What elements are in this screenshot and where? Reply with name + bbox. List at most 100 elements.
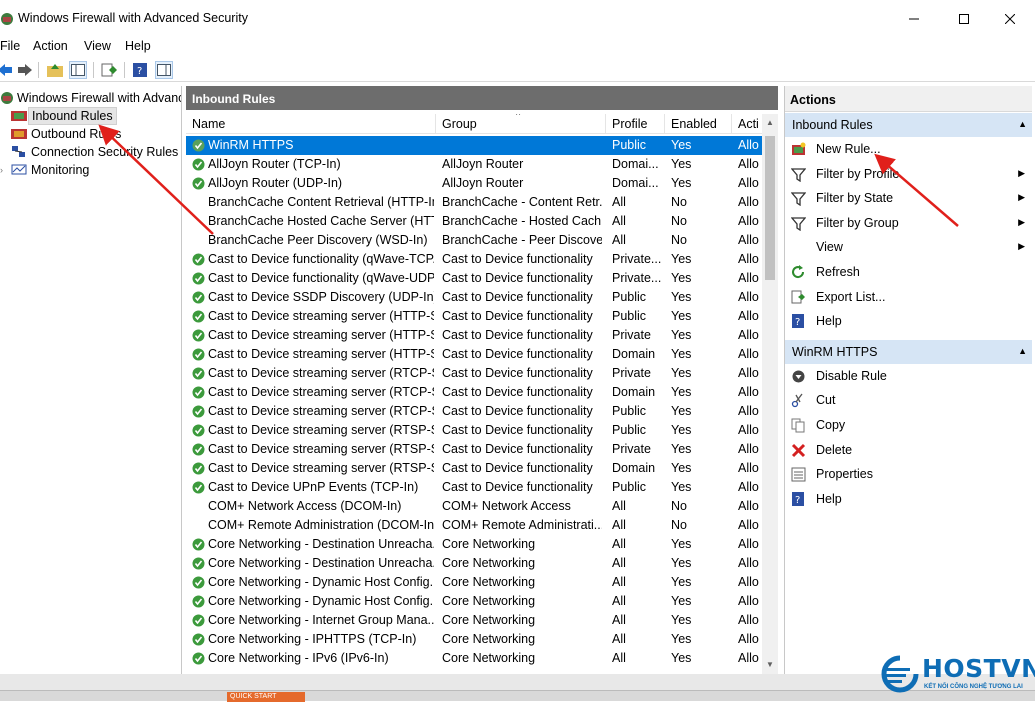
rule-row[interactable]: Cast to Device streaming server (RTCP-St…	[186, 402, 762, 421]
filter-icon	[791, 217, 806, 231]
rule-enabled: Yes	[671, 385, 692, 399]
action-item[interactable]: Refresh	[785, 260, 1032, 284]
rule-row[interactable]: Cast to Device functionality (qWave-UDP.…	[186, 269, 762, 288]
rule-action: Allo	[738, 138, 759, 152]
scroll-thumb[interactable]	[765, 136, 775, 280]
rule-row[interactable]: Cast to Device streaming server (RTSP-St…	[186, 459, 762, 478]
rule-row[interactable]: Core Networking - Internet Group Mana...…	[186, 611, 762, 630]
menu-file[interactable]: File	[0, 39, 20, 53]
check-icon	[192, 462, 205, 475]
tree-inbound-rules[interactable]: Inbound Rules	[10, 107, 117, 125]
rule-group: Cast to Device functionality	[442, 290, 593, 304]
tree-connection-security-rules[interactable]: Connection Security Rules	[10, 143, 181, 161]
action-item[interactable]: Properties	[785, 462, 1032, 486]
rule-enabled: Yes	[671, 404, 692, 418]
help-icon: ?	[792, 314, 804, 329]
menu-help[interactable]: Help	[125, 39, 151, 53]
actions-section-header[interactable]: Inbound Rules ▲	[785, 113, 1032, 137]
action-item-label: Filter by Group	[816, 215, 899, 230]
menu-view[interactable]: View	[84, 39, 111, 53]
up-folder-button[interactable]	[46, 61, 64, 79]
collapse-section-icon[interactable]: ▲	[1018, 119, 1027, 129]
rule-profile: All	[612, 575, 626, 589]
action-item[interactable]: Export List...	[785, 285, 1032, 309]
rule-row[interactable]: Cast to Device streaming server (RTSP-St…	[186, 440, 762, 459]
tree-outbound-rules[interactable]: Outbound Rules	[10, 125, 124, 143]
rule-row[interactable]: COM+ Remote Administration (DCOM-In) COM+…	[186, 516, 762, 535]
tree-root[interactable]: Windows Firewall with Advance	[0, 89, 181, 107]
column-header-group[interactable]: Group ^	[436, 114, 606, 134]
rule-row[interactable]: WinRM HTTPS Public Yes Allo	[186, 136, 762, 155]
rule-row[interactable]: COM+ Network Access (DCOM-In) COM+ Networ…	[186, 497, 762, 516]
rule-row[interactable]: Cast to Device streaming server (RTCP-St…	[186, 383, 762, 402]
rule-action: Allo	[738, 404, 759, 418]
export-toolbar-button[interactable]	[100, 61, 118, 79]
back-button[interactable]	[0, 61, 14, 79]
rule-row[interactable]: Cast to Device functionality (qWave-TCP.…	[186, 250, 762, 269]
export-list-icon	[101, 63, 117, 77]
expand-chevron-icon[interactable]: ›	[0, 165, 10, 175]
show-hide-tree-button[interactable]	[69, 61, 87, 79]
forward-button[interactable]	[16, 61, 34, 79]
maximize-button[interactable]	[941, 6, 987, 32]
column-header-name[interactable]: Name	[186, 114, 436, 134]
rule-group: Core Networking	[442, 556, 536, 570]
rule-row[interactable]: BranchCache Content Retrieval (HTTP-In) B…	[186, 193, 762, 212]
rule-name: BranchCache Hosted Cache Server (HTT...	[208, 214, 434, 228]
rule-row[interactable]: Cast to Device streaming server (HTTP-St…	[186, 345, 762, 364]
rule-row[interactable]: AllJoyn Router (UDP-In) AllJoyn Router Dom…	[186, 174, 762, 193]
rule-profile: All	[612, 499, 626, 513]
rule-row[interactable]: AllJoyn Router (TCP-In) AllJoyn Router Dom…	[186, 155, 762, 174]
rule-row[interactable]: Core Networking - Destination Unreacha..…	[186, 535, 762, 554]
rule-row[interactable]: Cast to Device UPnP Events (TCP-In) Cast …	[186, 478, 762, 497]
rule-row[interactable]: Core Networking - IPHTTPS (TCP-In) Core N…	[186, 630, 762, 649]
tree-monitoring[interactable]: › Monitoring	[0, 161, 92, 179]
action-item[interactable]: Filter by Profile ▶	[785, 162, 1032, 186]
close-button[interactable]	[987, 6, 1033, 32]
action-item[interactable]: Disable Rule	[785, 364, 1032, 388]
rule-action: Allo	[738, 214, 759, 228]
rule-row[interactable]: Cast to Device streaming server (HTTP-St…	[186, 307, 762, 326]
action-item[interactable]: View ▶	[785, 235, 1032, 259]
check-icon	[192, 614, 205, 627]
rule-row[interactable]: Cast to Device streaming server (RTCP-St…	[186, 364, 762, 383]
action-item[interactable]: Copy	[785, 413, 1032, 437]
actions-section-header[interactable]: WinRM HTTPS ▲	[785, 339, 1032, 364]
column-header-action[interactable]: Acti	[732, 114, 762, 134]
action-item[interactable]: Filter by Group ▶	[785, 211, 1032, 235]
action-item[interactable]: Cut	[785, 388, 1032, 412]
rule-profile: All	[612, 195, 626, 209]
minimize-icon	[909, 18, 919, 20]
rule-row[interactable]: Cast to Device streaming server (RTSP-St…	[186, 421, 762, 440]
column-header-profile[interactable]: Profile	[606, 114, 665, 134]
rule-enabled: Yes	[671, 271, 692, 285]
rule-profile: All	[612, 556, 626, 570]
vertical-scrollbar[interactable]: ▲ ▼	[762, 114, 778, 674]
rule-enabled: Yes	[671, 575, 692, 589]
show-hide-action-pane-button[interactable]	[155, 61, 173, 79]
rule-row[interactable]: Cast to Device streaming server (HTTP-St…	[186, 326, 762, 345]
rule-action: Allo	[738, 252, 759, 266]
column-header-enabled[interactable]: Enabled	[665, 114, 732, 134]
scroll-up-icon[interactable]: ▲	[765, 118, 775, 127]
check-icon	[192, 177, 205, 190]
action-item[interactable]: ? Help	[785, 309, 1032, 333]
rule-row[interactable]: Core Networking - Destination Unreacha..…	[186, 554, 762, 573]
action-item[interactable]: ? Help	[785, 487, 1032, 511]
rule-row[interactable]: Core Networking - Dynamic Host Config...…	[186, 592, 762, 611]
action-item[interactable]: Delete	[785, 438, 1032, 462]
action-item[interactable]: Filter by State ▶	[785, 186, 1032, 210]
collapse-section-icon[interactable]: ▲	[1018, 346, 1027, 356]
minimize-button[interactable]	[891, 6, 937, 32]
outbound-rules-icon	[11, 129, 27, 139]
scroll-down-icon[interactable]: ▼	[765, 660, 775, 669]
rule-row[interactable]: Cast to Device SSDP Discovery (UDP-In) Ca…	[186, 288, 762, 307]
rule-group: Cast to Device functionality	[442, 366, 593, 380]
action-item[interactable]: New Rule...	[785, 137, 1032, 161]
rule-row[interactable]: Core Networking - Dynamic Host Config...…	[186, 573, 762, 592]
rule-row[interactable]: BranchCache Hosted Cache Server (HTT... B…	[186, 212, 762, 231]
rule-row[interactable]: Core Networking - IPv6 (IPv6-In) Core Net…	[186, 649, 762, 668]
menu-action[interactable]: Action	[33, 39, 68, 53]
rule-row[interactable]: BranchCache Peer Discovery (WSD-In) Branc…	[186, 231, 762, 250]
help-toolbar-button[interactable]: ?	[131, 61, 149, 79]
